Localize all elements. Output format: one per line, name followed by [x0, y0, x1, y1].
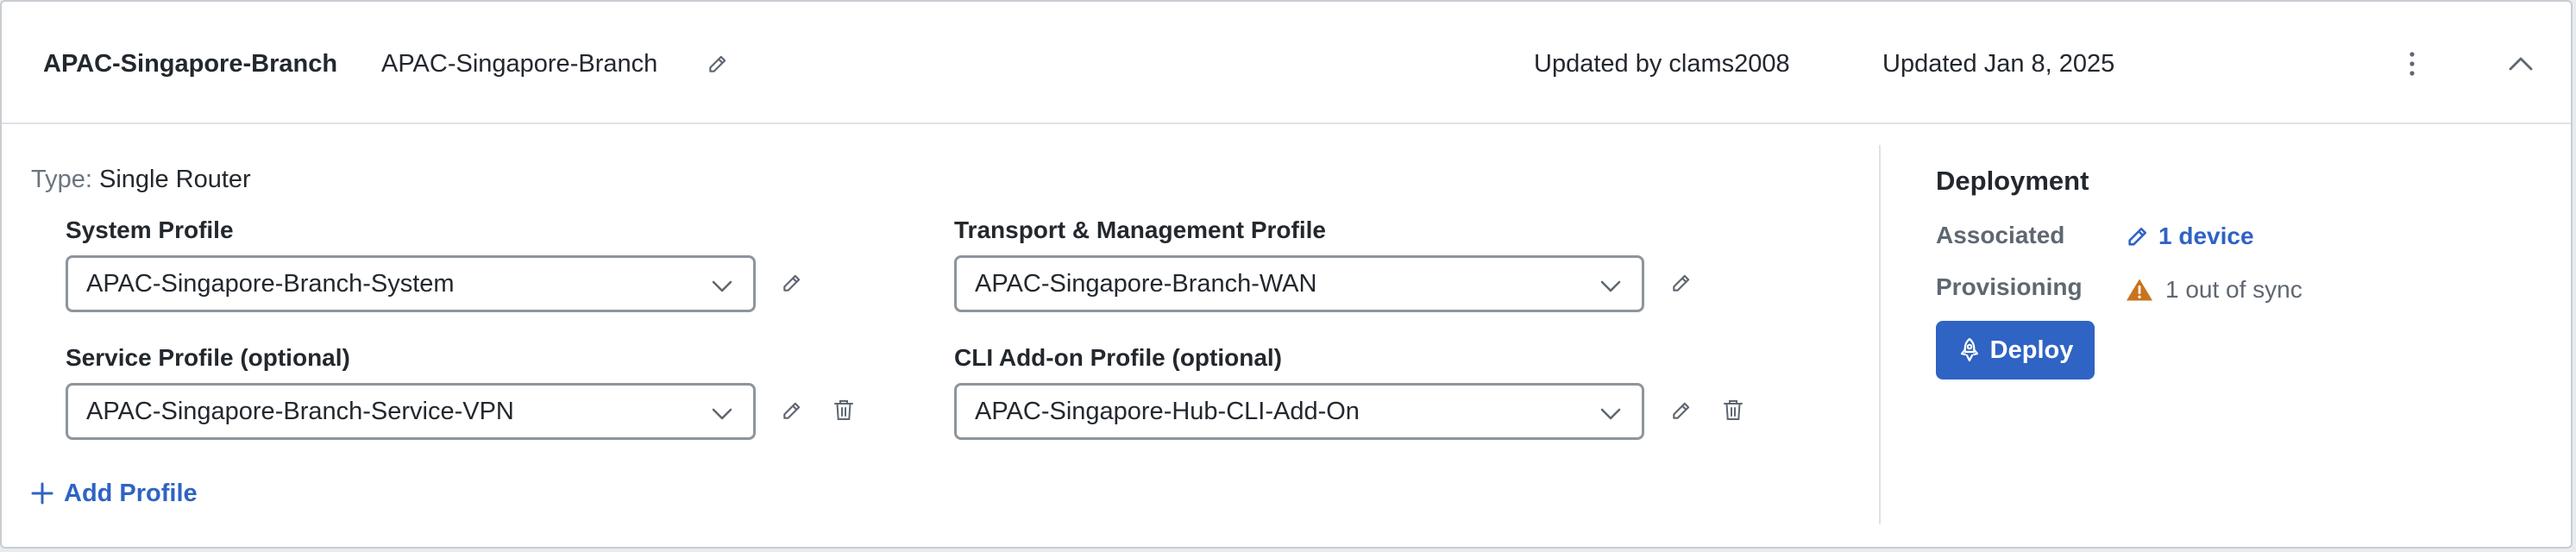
- router-type: Type: Single Router: [31, 162, 251, 197]
- service-profile-select[interactable]: APAC-Singapore-Branch-Service-VPN: [66, 383, 756, 440]
- deploy-label: Deploy: [1989, 336, 2074, 364]
- pencil-icon: [1673, 274, 1690, 292]
- chevron-up-icon: [2509, 57, 2533, 71]
- chevron-down-icon: [712, 408, 732, 420]
- system-profile-select[interactable]: APAC-Singapore-Branch-System: [66, 255, 756, 312]
- collapse-button[interactable]: [2502, 45, 2540, 83]
- rocket-icon: [1960, 337, 1978, 362]
- pencil-icon: [1673, 402, 1690, 419]
- trash-icon: [1724, 400, 1743, 420]
- system-profile-value: APAC-Singapore-Branch-System: [86, 269, 455, 298]
- config-group-card: APAC-Singapore-Branch APAC-Singapore-Bra…: [0, 0, 2573, 549]
- transport-profile-select[interactable]: APAC-Singapore-Branch-WAN: [954, 255, 1644, 312]
- associated-devices-link[interactable]: 1 device: [2126, 219, 2254, 254]
- cli-profile-select[interactable]: APAC-Singapore-Hub-CLI-Add-On: [954, 383, 1644, 440]
- chevron-down-icon: [1600, 408, 1621, 420]
- config-group-title: APAC-Singapore-Branch: [43, 50, 338, 78]
- chevron-down-icon: [712, 280, 732, 292]
- updated-by: Updated by clams2008: [1534, 50, 1790, 78]
- edit-system-profile-button[interactable]: [775, 266, 809, 300]
- section-divider: [1879, 145, 1881, 524]
- provisioning-value: 1 out of sync: [2165, 276, 2303, 303]
- associated-label: Associated: [1936, 222, 2065, 248]
- deployment-title: Deployment: [1936, 166, 2089, 196]
- cli-profile-label: CLI Add-on Profile (optional): [954, 344, 1283, 371]
- transport-profile-label: Transport & Management Profile: [954, 216, 1326, 243]
- associated-value: 1 device: [2158, 223, 2254, 249]
- type-value: Single Router: [99, 166, 251, 193]
- type-label: Type:: [31, 166, 92, 193]
- deploy-button[interactable]: Deploy: [1936, 321, 2095, 380]
- system-profile-label: System Profile: [66, 216, 234, 243]
- pencil-icon: [709, 55, 726, 72]
- config-group-name: APAC-Singapore-Branch: [381, 50, 658, 78]
- kebab-menu-icon: [2410, 52, 2415, 76]
- edit-name-button[interactable]: [701, 47, 735, 81]
- warning-icon: [2127, 279, 2152, 301]
- delete-service-profile-button[interactable]: [826, 393, 861, 428]
- add-profile-label: Add Profile: [64, 479, 198, 507]
- card-header: APAC-Singapore-Branch APAC-Singapore-Bra…: [2, 2, 2571, 124]
- provisioning-status: 1 out of sync: [2126, 273, 2303, 307]
- edit-transport-profile-button[interactable]: [1664, 266, 1699, 300]
- service-profile-value: APAC-Singapore-Branch-Service-VPN: [86, 397, 514, 425]
- transport-profile-value: APAC-Singapore-Branch-WAN: [975, 269, 1317, 298]
- pencil-icon: [783, 274, 801, 292]
- service-profile-label: Service Profile (optional): [66, 344, 350, 371]
- more-options-button[interactable]: [2393, 45, 2431, 83]
- provisioning-label: Provisioning: [1936, 273, 2083, 300]
- edit-service-profile-button[interactable]: [775, 393, 809, 428]
- chevron-down-icon: [1600, 280, 1621, 292]
- trash-icon: [834, 400, 853, 420]
- plus-icon: [31, 482, 53, 505]
- updated-date: Updated Jan 8, 2025: [1882, 50, 2115, 78]
- pencil-icon: [2128, 227, 2147, 246]
- pencil-icon: [783, 402, 801, 419]
- cli-profile-value: APAC-Singapore-Hub-CLI-Add-On: [975, 397, 1360, 425]
- edit-cli-profile-button[interactable]: [1664, 393, 1699, 428]
- delete-cli-profile-button[interactable]: [1716, 393, 1750, 428]
- add-profile-button[interactable]: Add Profile: [31, 476, 198, 511]
